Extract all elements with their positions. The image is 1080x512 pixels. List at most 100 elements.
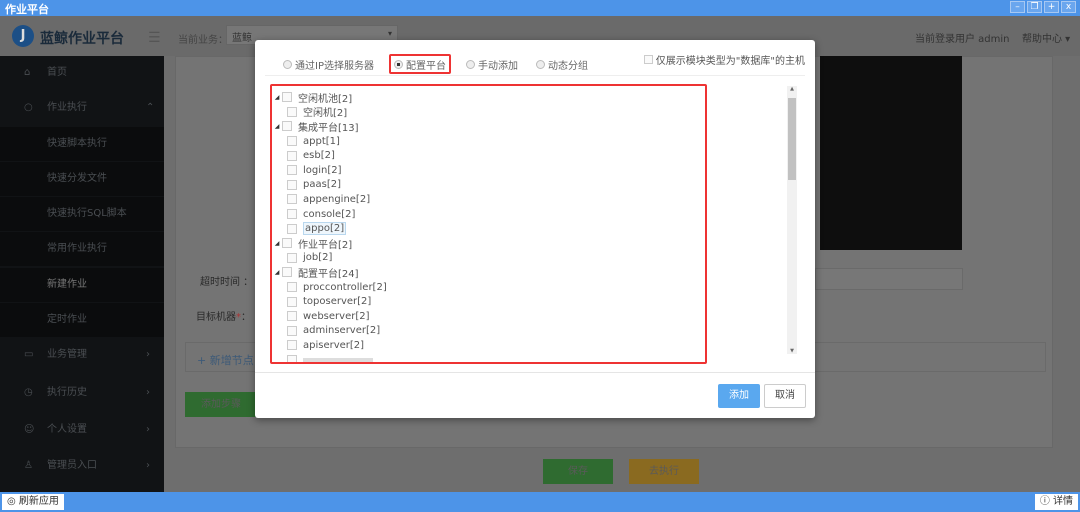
scrollbar-thumb[interactable] <box>788 98 796 180</box>
scroll-up-icon[interactable]: ▲ <box>787 86 797 92</box>
checkbox[interactable] <box>643 55 653 64</box>
add-node-link[interactable]: + 新增节点 <box>197 352 254 368</box>
expand-triangle-icon[interactable]: ◢ <box>272 269 282 276</box>
sidebar-item-label: 快速脚本执行 <box>47 138 107 149</box>
checkbox[interactable] <box>287 296 297 307</box>
timeout-input[interactable] <box>815 268 963 290</box>
window-title-bar: 作业平台 <box>0 0 1080 16</box>
sidebar-item[interactable]: ▭ 业务管理 › <box>0 338 164 372</box>
tree-group[interactable]: ◢ 空闲机池[2] <box>272 90 705 105</box>
expand-triangle-icon[interactable]: ◢ <box>272 123 282 130</box>
script-editor <box>820 56 962 250</box>
checkbox[interactable] <box>287 325 297 336</box>
sidebar-item-label: 执行历史 <box>47 387 87 398</box>
sidebar-item-label: 常用作业执行 <box>47 243 107 254</box>
tree-node[interactable]: appo[2] <box>272 221 705 236</box>
checkbox[interactable] <box>282 121 292 132</box>
sidebar-item[interactable]: ☺ 个人设置 › <box>0 413 164 447</box>
source-option-radio[interactable]: 动态分组 <box>533 54 591 74</box>
tree-scrollbar[interactable]: ▲ ▼ <box>787 86 797 354</box>
checkbox[interactable] <box>287 150 297 161</box>
tree-node[interactable]: apiserver[2] <box>272 338 705 353</box>
sidebar-item[interactable]: 定时作业 <box>0 303 164 337</box>
tree-group[interactable]: ◢ 作业平台[2] <box>272 236 705 251</box>
tree-node[interactable]: 空闲机[2] <box>272 105 705 120</box>
tree-label: 作业平台[2] <box>298 239 353 251</box>
menu-toggle-icon[interactable]: ☰ <box>148 30 161 46</box>
checkbox[interactable] <box>287 136 297 147</box>
checkbox[interactable] <box>282 238 292 249</box>
tree-node[interactable]: toposerver[2] <box>272 294 705 309</box>
expand-triangle-icon[interactable]: ◢ <box>272 94 282 101</box>
maximize-button[interactable]: + <box>1044 1 1059 13</box>
source-option-radio[interactable]: 配置平台 <box>388 54 451 74</box>
db-filter-checkbox[interactable]: 仅展示模块类型为"数据库"的主机 <box>643 52 805 67</box>
checkbox[interactable] <box>287 252 297 263</box>
cancel-button[interactable]: 取消 <box>764 384 806 408</box>
window-title: 作业平台 <box>5 3 49 16</box>
save-button[interactable]: 保存 <box>543 459 613 484</box>
sidebar-item[interactable]: ♙ 管理员入口 › <box>0 449 164 483</box>
tree-node[interactable]: adminserver[2] <box>272 324 705 339</box>
checkbox[interactable] <box>287 194 297 205</box>
tree-node[interactable]: esb[2] <box>272 148 705 163</box>
checkbox[interactable] <box>287 165 297 176</box>
tree-node[interactable]: paas[2] <box>272 178 705 193</box>
checkbox[interactable] <box>282 92 292 103</box>
target-label: 目标机器*： <box>196 312 251 323</box>
execute-button[interactable]: 去执行 <box>629 459 699 484</box>
sidebar-item[interactable]: 新建作业 <box>0 268 164 302</box>
add-button[interactable]: 添加 <box>718 384 760 408</box>
source-option-radio[interactable]: 通过IP选择服务器 <box>280 54 377 74</box>
source-option-radio[interactable]: 手动添加 <box>463 54 521 74</box>
checkbox[interactable] <box>287 311 297 322</box>
tree-node[interactable]: appengine[2] <box>272 192 705 207</box>
sidebar-item[interactable]: 快速脚本执行 <box>0 127 164 161</box>
scroll-down-icon[interactable]: ▼ <box>787 348 797 354</box>
expand-triangle-icon[interactable]: ◢ <box>272 240 282 247</box>
chevron-icon: › <box>146 424 150 435</box>
help-center-menu[interactable]: 帮助中心 ▾ <box>1022 30 1070 45</box>
tree-node[interactable]: webserver[2] <box>272 309 705 324</box>
sidebar-item[interactable]: ◷ 执行历史 › <box>0 376 164 410</box>
sidebar-item[interactable]: 常用作业执行 <box>0 232 164 266</box>
sidebar-item[interactable]: 快速分发文件 <box>0 162 164 196</box>
tree-label: 空闲机[2] <box>303 108 348 120</box>
checkbox[interactable] <box>287 106 297 117</box>
tree-label: job[2] <box>303 252 333 264</box>
tree-group[interactable]: ◢ 集成平台[13] <box>272 119 705 134</box>
checkbox[interactable] <box>287 340 297 351</box>
tree-node[interactable]: proccontroller[2] <box>272 280 705 295</box>
checkbox[interactable] <box>287 179 297 190</box>
detail-button[interactable]: ⓘ 详情 <box>1034 494 1078 510</box>
radio-icon[interactable] <box>393 59 403 69</box>
radio-icon[interactable] <box>465 59 475 69</box>
status-bar <box>0 492 1080 512</box>
refresh-app-button[interactable]: ◎ 刷新应用 <box>2 494 64 510</box>
tree-group[interactable]: ◢ 配置平台[24] <box>272 265 705 280</box>
tree-node[interactable]: console[2] <box>272 207 705 222</box>
checkbox[interactable] <box>287 223 297 234</box>
sidebar-item[interactable]: 快速执行SQL脚本 <box>0 197 164 231</box>
sidebar-item-label: 新建作业 <box>47 279 87 290</box>
tree-node[interactable]: job[2] <box>272 251 705 266</box>
sidebar-item-label: 管理员入口 <box>47 460 97 471</box>
sidebar-item-label: 业务管理 <box>47 349 87 360</box>
business-label: 当前业务： <box>178 35 228 46</box>
checkbox[interactable] <box>287 209 297 220</box>
tree-node[interactable]: login[2] <box>272 163 705 178</box>
restore-button[interactable]: ❐ <box>1027 1 1042 13</box>
checkbox[interactable] <box>287 282 297 293</box>
radio-icon[interactable] <box>283 59 292 69</box>
add-step-button[interactable]: 添加步骤 <box>185 392 257 417</box>
sidebar-item[interactable]: ⌂ 首页 <box>0 56 164 90</box>
option-label: 手动添加 <box>477 60 518 72</box>
radio-icon[interactable] <box>535 59 545 69</box>
sidebar-item-label: 定时作业 <box>47 314 87 325</box>
sidebar-item[interactable]: ○ 作业执行 ⌃ <box>0 91 164 125</box>
checkbox[interactable] <box>282 267 292 278</box>
close-button[interactable]: x <box>1061 1 1076 13</box>
tree-node[interactable]: appt[1] <box>272 134 705 149</box>
source-options: 通过IP选择服务器 配置平台 手动添加 动态分组 <box>280 54 599 74</box>
minimize-button[interactable]: – <box>1010 1 1025 13</box>
